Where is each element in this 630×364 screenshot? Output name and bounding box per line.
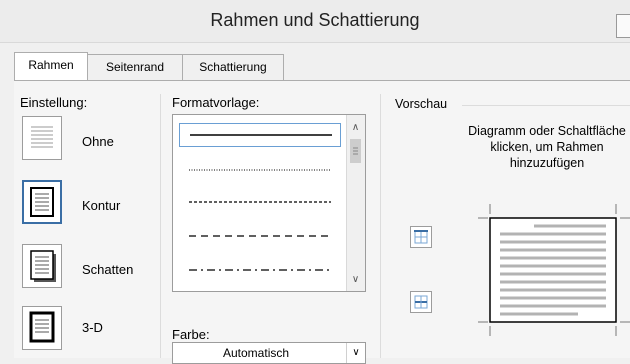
settings-heading: Einstellung:	[20, 95, 88, 110]
style-item-dotted[interactable]	[179, 159, 341, 183]
tab-schattierung[interactable]: Schattierung	[182, 54, 284, 80]
scroll-thumb[interactable]	[350, 139, 361, 163]
chevron-down-icon[interactable]: ∨	[346, 343, 365, 363]
preview-diagram[interactable]	[478, 204, 630, 340]
setting-box-label[interactable]: Kontur	[82, 198, 120, 213]
title-bar: Rahmen und Schattierung	[0, 0, 630, 43]
setting-3d-label[interactable]: 3-D	[82, 320, 103, 335]
tab-label: Rahmen	[28, 58, 74, 72]
scroll-down-icon[interactable]: ∨	[347, 271, 364, 288]
close-button[interactable]	[616, 14, 630, 38]
style-scrollbar[interactable]: ∧ ∨	[346, 115, 365, 291]
preview-heading: Vorschau	[395, 97, 448, 111]
preview-hint-line: hinzuzufügen	[509, 156, 585, 170]
tab-seitenrand[interactable]: Seitenrand	[87, 54, 183, 80]
inside-border-button[interactable]	[410, 291, 432, 313]
setting-box-icon[interactable]	[22, 180, 62, 224]
style-heading: Formatvorlage:	[172, 95, 260, 110]
style-item-solid[interactable]	[179, 123, 341, 147]
setting-shadow-icon[interactable]	[22, 244, 62, 288]
preview-hint-line: Diagramm oder Schaltfläche	[468, 124, 626, 138]
color-select[interactable]: Automatisch ∨	[172, 342, 366, 364]
tab-divider	[14, 80, 630, 81]
preview-hint-line: klicken, um Rahmen	[490, 140, 604, 154]
setting-none-icon[interactable]	[22, 116, 62, 160]
color-heading: Farbe:	[172, 327, 210, 342]
style-item-dashed-fine[interactable]	[179, 191, 341, 215]
column-divider	[380, 94, 381, 358]
setting-none-label[interactable]: Ohne	[82, 134, 114, 149]
tab-label: Schattierung	[199, 60, 267, 74]
setting-shadow-label[interactable]: Schatten	[82, 262, 133, 277]
setting-3d-icon[interactable]	[22, 306, 62, 350]
tab-label: Seitenrand	[105, 60, 165, 74]
column-divider	[160, 94, 161, 358]
style-item-dashed[interactable]	[179, 225, 341, 249]
style-listbox[interactable]: ∧ ∨	[172, 114, 366, 292]
style-item-dash-dot[interactable]	[179, 259, 341, 283]
top-border-button[interactable]	[410, 226, 432, 248]
preview-hint: Diagramm oder Schaltfläche klicken, um R…	[452, 123, 630, 171]
preview-rule	[462, 105, 630, 106]
scroll-up-icon[interactable]: ∧	[347, 119, 364, 136]
window-title: Rahmen und Schattierung	[210, 10, 420, 30]
tab-rahmen[interactable]: Rahmen	[14, 52, 88, 80]
